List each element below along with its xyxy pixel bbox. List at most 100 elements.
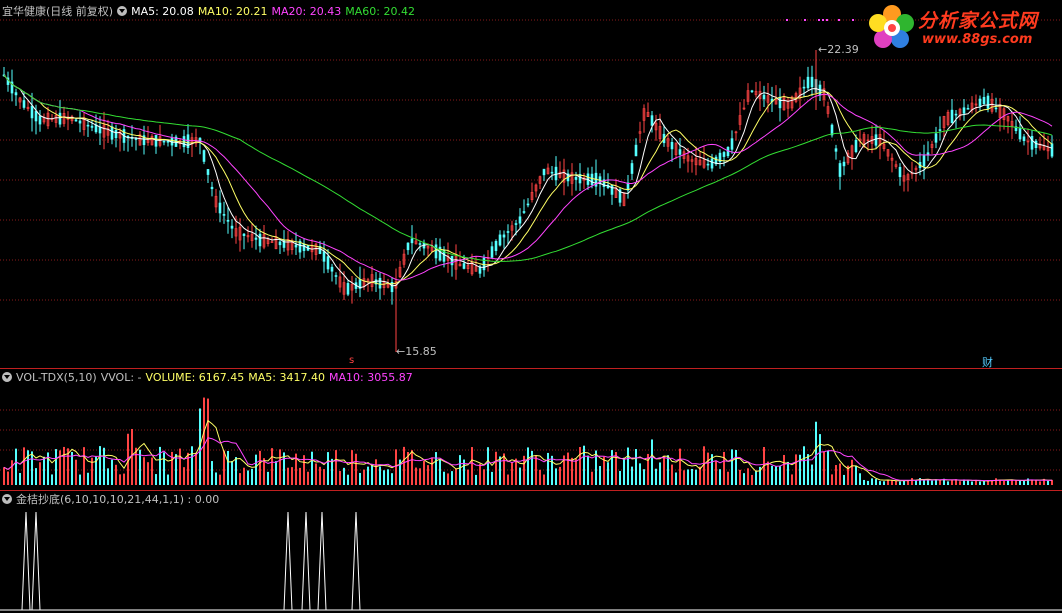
candle-body [490, 246, 494, 258]
finance-marker[interactable]: 财 [982, 354, 993, 370]
candle-body [502, 234, 506, 238]
candle-body [58, 112, 62, 125]
candle-body [950, 109, 954, 124]
ma20-line [3, 74, 1053, 281]
candle-body [678, 149, 682, 155]
signal-dot [786, 19, 788, 21]
candle-body [378, 277, 382, 289]
candle-body [462, 263, 466, 269]
kline-chart[interactable] [0, 0, 1062, 613]
candle-body [346, 283, 350, 295]
candle-body [30, 105, 34, 119]
logo-title: 分析家公式网 [918, 10, 1039, 32]
candle-body [898, 166, 902, 178]
candle-body [722, 152, 726, 157]
candle-body [434, 244, 438, 259]
candle-body [22, 100, 26, 108]
high-price-label: ←22.39 [818, 43, 859, 56]
candle-body [254, 237, 258, 240]
candle-body [634, 144, 638, 157]
candle-body [610, 184, 614, 195]
candle-body [954, 113, 958, 116]
signal-dot [852, 19, 854, 21]
candle-body [14, 92, 18, 96]
ma-labels-item: MA5: 20.08 [131, 5, 194, 18]
candle-body [294, 244, 298, 248]
candle-body [418, 243, 422, 245]
indicator-title: 金桔抄底(6,10,10,10,21,44,1,1) : 0.00 [16, 493, 220, 506]
candle-body [506, 231, 510, 233]
indicator-spike [21, 511, 31, 611]
candle-body [302, 243, 306, 251]
low-price-value: 15.85 [405, 345, 437, 358]
candle-body [242, 233, 246, 236]
candle-body [630, 163, 634, 174]
candle-body [710, 158, 714, 169]
candle-body [322, 251, 326, 262]
candle-body [166, 140, 170, 143]
candle-body [994, 107, 998, 110]
candle-body [98, 126, 102, 134]
candle-body [154, 134, 158, 147]
candle-body [842, 161, 846, 167]
candle-body [406, 242, 410, 251]
candle-body [74, 119, 78, 122]
candle-body [938, 129, 942, 131]
vvol-label: VVOL: - [100, 371, 142, 384]
dropdown-icon[interactable] [2, 494, 12, 504]
candle-body [518, 216, 522, 224]
candle-body [590, 173, 594, 186]
ma-labels: MA5: 20.08 MA10: 20.21 MA20: 20.43 MA60: 20… [131, 5, 419, 18]
candle-body [1034, 140, 1038, 149]
candle-body [202, 150, 206, 162]
candle-body [226, 219, 230, 222]
candle-body [330, 266, 334, 272]
candle-body [334, 275, 338, 277]
indicator-spike [283, 511, 293, 611]
candle-body [218, 202, 222, 214]
vol-labels-item: VOLUME: 6167.45 [145, 371, 245, 384]
candle-body [554, 166, 558, 181]
ma60-line [3, 74, 1053, 262]
candle-body [86, 124, 90, 127]
site-logo: 分析家公式网 www.88gs.com [862, 2, 1058, 54]
candle-body [526, 203, 530, 206]
candle-body [230, 225, 234, 229]
dropdown-icon[interactable] [117, 6, 128, 16]
candle-body [962, 107, 966, 114]
candle-body [574, 176, 578, 180]
low-price-label: ←15.85 [396, 345, 437, 358]
candle-body [38, 115, 42, 125]
candle-body [1018, 128, 1022, 140]
candle-body [986, 95, 990, 109]
candle-body [1022, 136, 1026, 142]
candle-body [834, 148, 838, 152]
indicator-spike [317, 511, 327, 611]
volume-panel-header: VOL-TDX(5,10) VVOL: - VOLUME: 6167.45 MA5: … [2, 371, 421, 385]
chart-window: 宜华健康(日线 前复权) MA5: 20.08 MA10: 20.21 MA20: 2… [0, 0, 1062, 613]
indicator-spike [31, 511, 41, 611]
ma-labels-item: MA10: 20.21 [197, 5, 268, 18]
candle-body [134, 138, 138, 140]
dropdown-icon[interactable] [2, 372, 12, 382]
candle-body [162, 140, 166, 143]
indicator-spike [351, 511, 361, 611]
candle-body [90, 125, 94, 128]
indicator-spike [301, 511, 311, 611]
indicator-panel-header: 金桔抄底(6,10,10,10,21,44,1,1) : 0.00 [2, 493, 223, 507]
logo-url: www.88gs.com [922, 32, 1033, 47]
candle-body [522, 211, 526, 213]
signal-marker-s[interactable]: s [349, 355, 354, 366]
vol-labels-item: MA10: 3055.87 [329, 371, 413, 384]
candle-body [978, 98, 982, 107]
signal-dot [822, 19, 824, 21]
candle-body [258, 233, 262, 247]
signal-dot [804, 19, 806, 21]
candle-body [326, 256, 330, 270]
candle-body [650, 115, 654, 126]
main-panel-header: 宜华健康(日线 前复权) MA5: 20.08 MA10: 20.21 MA20: 2… [2, 5, 423, 19]
candle-body [498, 234, 502, 246]
candle-body [110, 126, 114, 140]
candle-body [550, 171, 554, 174]
candle-body [78, 120, 82, 124]
